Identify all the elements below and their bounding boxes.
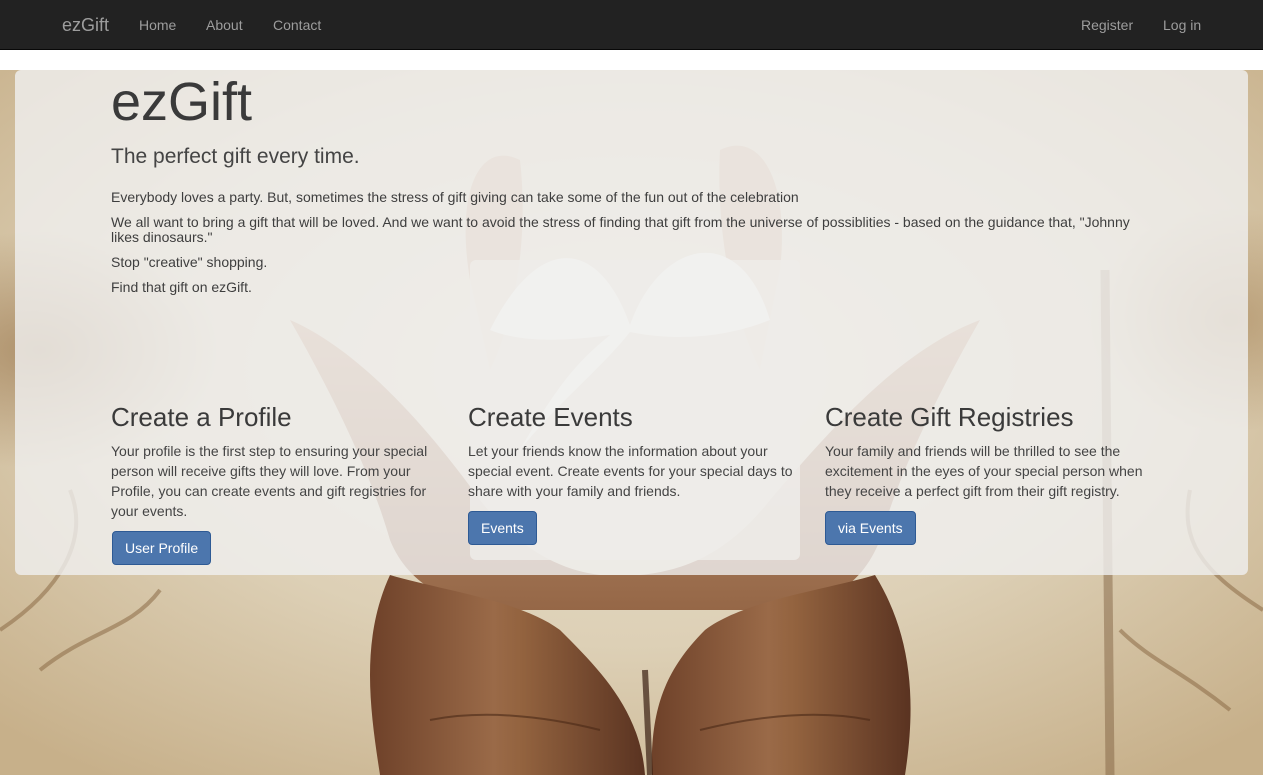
top-navbar: ezGift Home About Contact Register Log i… bbox=[0, 0, 1263, 50]
feature-heading: Create Events bbox=[468, 402, 633, 432]
hero-paragraph-1: Everybody loves a party. But, sometimes … bbox=[111, 189, 799, 205]
hero-tagline: The perfect gift every time. bbox=[111, 145, 360, 168]
page-title: ezGift bbox=[111, 72, 253, 132]
user-profile-button[interactable]: User Profile bbox=[112, 531, 212, 565]
feature-profile: Create a Profile Your profile is the fir… bbox=[111, 402, 441, 521]
nav-home[interactable]: Home bbox=[139, 17, 176, 33]
events-button[interactable]: Events bbox=[468, 511, 537, 545]
feature-heading: Create a Profile bbox=[111, 402, 292, 432]
brand-link[interactable]: ezGift bbox=[62, 15, 109, 35]
hero-paragraph-3: Stop "creative" shopping. bbox=[111, 254, 268, 270]
feature-text: Your family and friends will be thrilled… bbox=[825, 443, 1143, 499]
hero-paragraph-4: Find that gift on ezGift. bbox=[111, 279, 252, 295]
nav-about[interactable]: About bbox=[206, 17, 243, 33]
nav-contact[interactable]: Contact bbox=[273, 17, 321, 33]
feature-heading: Create Gift Registries bbox=[825, 402, 1074, 432]
feature-text: Your profile is the first step to ensuri… bbox=[111, 443, 428, 519]
via-events-button[interactable]: via Events bbox=[825, 511, 916, 545]
nav-login[interactable]: Log in bbox=[1163, 17, 1201, 33]
feature-text: Let your friends know the information ab… bbox=[468, 443, 793, 499]
feature-registries: Create Gift Registries Your family and f… bbox=[825, 402, 1155, 501]
nav-register[interactable]: Register bbox=[1081, 17, 1133, 33]
feature-events: Create Events Let your friends know the … bbox=[468, 402, 798, 501]
hero-paragraph-2: We all want to bring a gift that will be… bbox=[111, 214, 1130, 245]
